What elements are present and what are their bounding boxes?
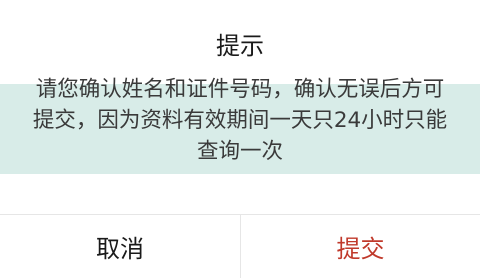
- confirm-dialog: 提示 请您确认姓名和证件号码，确认无误后方可 提交，因为资料有效期间一天只24小…: [0, 0, 480, 278]
- message-line-1: 请您确认姓名和证件号码，确认无误后方可: [35, 77, 445, 102]
- message-line-2: 提交，因为资料有效期间一天只24小时只能: [32, 108, 448, 133]
- message-line-3: 查询一次: [196, 139, 283, 164]
- dialog-message: 请您确认姓名和证件号码，确认无误后方可 提交，因为资料有效期间一天只24小时只能…: [24, 74, 456, 167]
- dialog-title: 提示: [216, 32, 264, 60]
- cancel-button[interactable]: 取消: [0, 215, 240, 278]
- submit-button[interactable]: 提交: [241, 215, 480, 278]
